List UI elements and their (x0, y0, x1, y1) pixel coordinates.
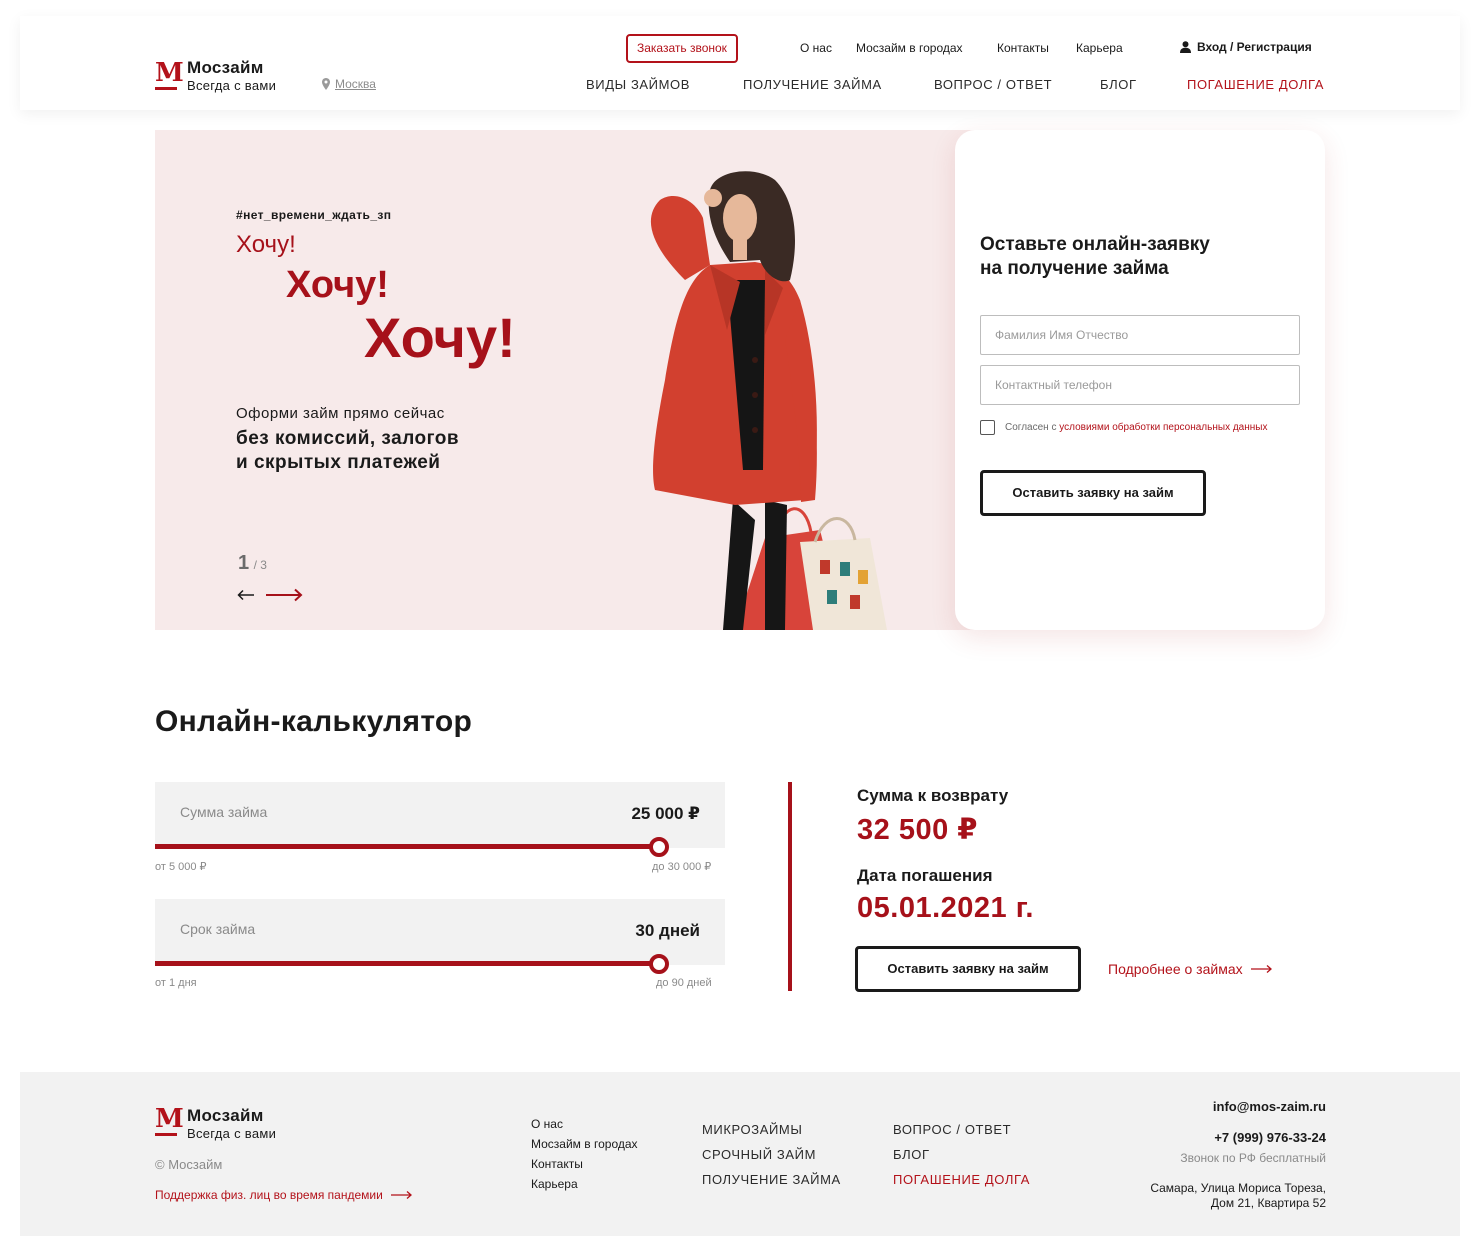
footer-link-cities[interactable]: Мосзайм в городах (531, 1137, 638, 1151)
footer-nav-getting-loan[interactable]: ПОЛУЧЕНИЕ ЗАЙМА (702, 1172, 841, 1187)
loan-term-slider-track[interactable] (155, 961, 659, 966)
callback-button[interactable]: Заказать звонок (626, 34, 738, 63)
brand-name[interactable]: Мосзайм (187, 58, 264, 78)
footer-nav-faq[interactable]: ВОПРОС / ОТВЕТ (893, 1122, 1011, 1137)
footer-logo-icon[interactable]: M (155, 1106, 184, 1136)
brand-tagline: Всегда с вами (187, 78, 277, 93)
top-link-about[interactable]: О нас (800, 41, 832, 55)
loan-term-box: Срок займа 30 дней (155, 899, 725, 965)
footer-nav-microloans[interactable]: МИКРОЗАЙМЫ (702, 1122, 802, 1137)
logo-icon[interactable]: M (155, 60, 184, 90)
footer-nav-repayment[interactable]: ПОГАШЕНИЕ ДОЛГА (893, 1172, 1030, 1187)
loan-term-max: до 90 дней (656, 977, 712, 989)
hero-benefits-1: без комиссий, залогов (236, 428, 460, 449)
result-divider (788, 782, 792, 991)
hero-want-small: Хочу! (236, 231, 296, 258)
more-about-loans-link[interactable]: Подробнее о займах (1108, 961, 1273, 977)
footer-nav-blog[interactable]: БЛОГ (893, 1147, 930, 1162)
loan-amount-value: 25 000 ₽ (631, 804, 700, 823)
slide-counter: 1 / 3 (238, 552, 267, 574)
loan-amount-min: от 5 000 ₽ (155, 861, 207, 873)
loan-amount-max: до 30 000 ₽ (652, 861, 712, 873)
arrow-right-icon (390, 1191, 412, 1199)
calc-submit-button[interactable]: Оставить заявку на займ (855, 946, 1081, 992)
calculator-title: Онлайн-калькулятор (155, 705, 473, 738)
nav-loan-types[interactable]: ВИДЫ ЗАЙМОВ (586, 77, 690, 92)
nav-repayment[interactable]: ПОГАШЕНИЕ ДОЛГА (1187, 77, 1324, 92)
loan-term-value: 30 дней (635, 921, 700, 940)
location-pin-icon (322, 78, 330, 90)
form-title-2: на получение займа (980, 258, 1169, 279)
repayment-date-value: 05.01.2021 г. (857, 892, 1034, 924)
repayment-date-label: Дата погашения (857, 866, 993, 885)
footer-phone-note: Звонок по РФ бесплатный (1180, 1151, 1326, 1165)
loan-amount-slider-handle[interactable] (649, 837, 669, 857)
nav-getting-loan[interactable]: ПОЛУЧЕНИЕ ЗАЙМА (743, 77, 882, 92)
hero-hashtag: #нет_времени_ждать_зп (236, 208, 392, 222)
arrow-right-icon (1250, 965, 1272, 973)
full-name-field[interactable]: Фамилия Имя Отчество (980, 315, 1300, 355)
consent-checkbox[interactable] (980, 420, 995, 435)
footer-brand-name: Мосзайм (187, 1106, 264, 1125)
copyright: © Мосзайм (155, 1157, 223, 1172)
footer-link-contacts[interactable]: Контакты (531, 1157, 583, 1171)
hero-want-large: Хочу! (364, 306, 516, 369)
nav-faq[interactable]: ВОПРОС / ОТВЕТ (934, 77, 1052, 92)
loan-amount-box: Сумма займа 25 000 ₽ (155, 782, 725, 848)
arrow-left-icon[interactable] (237, 589, 255, 601)
login-label: Вход / Регистрация (1197, 40, 1312, 54)
top-link-cities[interactable]: Мосзайм в городах (856, 41, 963, 55)
footer-email[interactable]: info@mos-zaim.ru (1213, 1099, 1326, 1114)
footer-phone[interactable]: +7 (999) 976-33-24 (1214, 1130, 1326, 1145)
hero-want-medium: Хочу! (286, 264, 389, 306)
loan-amount-slider-track[interactable] (155, 844, 659, 849)
nav-blog[interactable]: БЛОГ (1100, 77, 1137, 92)
footer-link-about[interactable]: О нас (531, 1117, 563, 1131)
hero-banner: #нет_времени_ждать_зп Хочу! Хочу! Хочу! … (155, 130, 975, 630)
top-link-contacts[interactable]: Контакты (997, 41, 1049, 55)
consent-link[interactable]: условиями обработки персональных данных (1059, 422, 1267, 433)
footer-brand-tagline: Всегда с вами (187, 1126, 277, 1141)
loan-term-min: от 1 дня (155, 977, 197, 989)
return-amount-value: 32 500 ₽ (857, 814, 978, 846)
footer-nav-urgent-loan[interactable]: СРОЧНЫЙ ЗАЙМ (702, 1147, 816, 1162)
hero-woman-image (650, 171, 887, 630)
pandemic-support-link[interactable]: Поддержка физ. лиц во время пандемии (155, 1188, 413, 1202)
return-amount-label: Сумма к возврату (857, 786, 1009, 805)
site-footer: M Мосзайм Всегда с вами © Мосзайм Поддер… (20, 1072, 1460, 1236)
user-icon (1180, 41, 1191, 53)
hero-lead: Оформи займ прямо сейчас (236, 405, 445, 422)
city-selector[interactable]: Москва (335, 77, 376, 91)
footer-address-2: Дом 21, Квартира 52 (1210, 1196, 1326, 1210)
form-title-1: Оставьте онлайн-заявку (980, 234, 1210, 255)
phone-field[interactable]: Контактный телефон (980, 365, 1300, 405)
top-link-career[interactable]: Карьера (1076, 41, 1123, 55)
consent-text: Согласен с условиями обработки персональ… (1005, 422, 1268, 433)
footer-address-1: Самара, Улица Мориса Тореза, (1150, 1181, 1326, 1195)
hero-benefits-2: и скрытых платежей (236, 452, 441, 473)
login-link[interactable]: Вход / Регистрация (1180, 40, 1312, 54)
loan-term-slider-handle[interactable] (649, 954, 669, 974)
application-form: Оставьте онлайн-заявку на получение займ… (955, 130, 1325, 630)
arrow-right-icon[interactable] (265, 588, 303, 602)
footer-link-career[interactable]: Карьера (531, 1177, 578, 1191)
site-header: M Мосзайм Всегда с вами Москва Заказать … (20, 16, 1460, 110)
loan-amount-label: Сумма займа (180, 804, 268, 820)
form-submit-button[interactable]: Оставить заявку на займ (980, 470, 1206, 516)
loan-term-label: Срок займа (180, 921, 256, 937)
